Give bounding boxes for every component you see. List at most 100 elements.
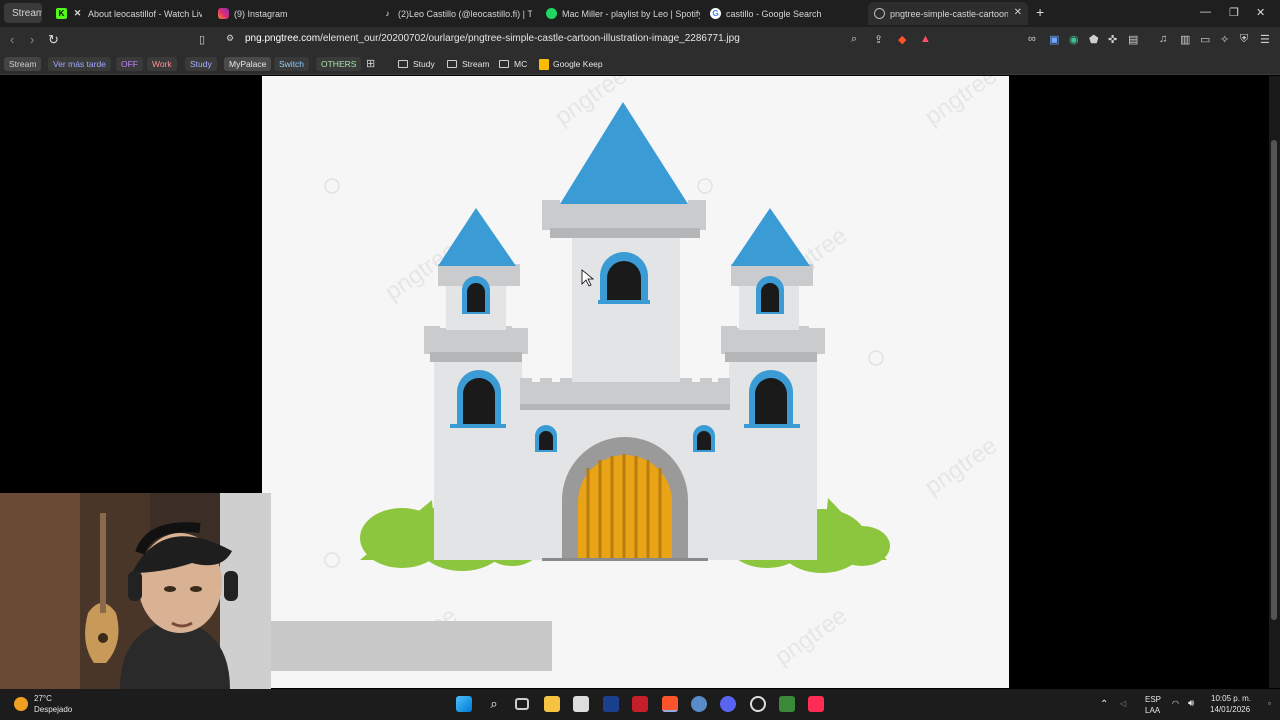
- start-icon[interactable]: [456, 696, 472, 712]
- door-planks: [586, 454, 662, 560]
- app-icon-3[interactable]: [750, 696, 766, 712]
- tab-pngtree[interactable]: pngtree-simple-castle-cartoon-i ✕: [868, 2, 1028, 25]
- bookmarks-bar: Stream Ver más tarde OFF Work Study MyPa…: [0, 53, 1280, 75]
- minimize-icon[interactable]: —: [1200, 6, 1211, 18]
- bookmark-study[interactable]: Study: [185, 57, 217, 71]
- tab-google[interactable]: G castillo - Google Search: [704, 2, 864, 25]
- bookmark-icon[interactable]: ▯: [199, 33, 205, 46]
- watermark-text: pngtree: [770, 602, 852, 671]
- scrollbar-thumb[interactable]: [1271, 140, 1277, 620]
- tab-label: castillo - Google Search: [726, 8, 822, 19]
- bookmark-work[interactable]: Work: [147, 57, 177, 71]
- tab-instagram[interactable]: (9) Instagram: [212, 2, 372, 25]
- brave-icon[interactable]: [662, 696, 678, 712]
- close-tab-icon[interactable]: ✕: [1014, 7, 1022, 18]
- app-icon-2[interactable]: [632, 696, 648, 712]
- wallet-icon[interactable]: ▭: [1200, 33, 1210, 46]
- sidebar-icon[interactable]: ▥: [1180, 33, 1190, 46]
- watermark-text: pngtree: [920, 76, 1002, 131]
- bookmark-switch[interactable]: Switch: [274, 57, 310, 71]
- media-icon[interactable]: ♫: [1159, 33, 1167, 45]
- restore-icon[interactable]: ❐: [1229, 6, 1239, 19]
- brave-rewards-icon[interactable]: ▲: [920, 33, 931, 45]
- folder-label: MC: [514, 59, 528, 69]
- folder-stream[interactable]: Stream: [447, 57, 489, 71]
- url-host: png.pngtree.com: [245, 33, 321, 44]
- microsoft-store-icon[interactable]: [573, 696, 589, 712]
- bookmark-others[interactable]: OTHERS: [316, 57, 362, 71]
- url-path: /element_our/20200702/ourlarge/pngtree-s…: [320, 33, 740, 44]
- forward-icon[interactable]: ›: [30, 32, 34, 47]
- wifi-icon[interactable]: ◠: [1172, 699, 1179, 708]
- clock-time[interactable]: 10:05 p. m.: [1211, 694, 1251, 703]
- file-explorer-icon[interactable]: [544, 696, 560, 712]
- network-status-icon[interactable]: ◁: [1120, 699, 1126, 708]
- back-icon[interactable]: ‹: [10, 32, 14, 47]
- weather-icon: [14, 697, 28, 711]
- tab-tiktok[interactable]: ♪ (2)Leo Castillo (@leocastillo.fi) | Ti…: [376, 2, 533, 25]
- site-info-icon[interactable]: ⚙: [226, 33, 234, 44]
- extension-5-icon[interactable]: ▤: [1128, 33, 1138, 46]
- tab-kick[interactable]: K ✕ About leocastillof - Watch Live o: [50, 2, 202, 25]
- reload-icon[interactable]: ↻: [48, 32, 59, 48]
- app-icon-4[interactable]: [779, 696, 795, 712]
- task-view-icon[interactable]: [515, 698, 529, 710]
- bookmark-off[interactable]: OFF: [116, 57, 143, 71]
- new-tab-icon[interactable]: +: [1036, 4, 1044, 20]
- share-icon[interactable]: ⇪: [874, 33, 883, 46]
- language-bottom[interactable]: LAA: [1145, 706, 1160, 715]
- webcam-overlay: [0, 493, 271, 689]
- zoom-icon[interactable]: ⌕: [851, 33, 857, 46]
- folder-icon: [447, 60, 457, 68]
- tab-spotify[interactable]: Mac Miller - playlist by Leo | Spotify: [540, 2, 700, 25]
- notifications-icon[interactable]: ▫: [1268, 699, 1271, 708]
- app-icon-1[interactable]: [603, 696, 619, 712]
- volume-icon[interactable]: 🔊︎: [1188, 698, 1194, 709]
- tray-chevron-icon[interactable]: ⌃: [1100, 699, 1108, 710]
- castle-image: pngtree pngtree pngtree pngtree pngtree …: [262, 76, 1009, 688]
- spotify-icon: [546, 8, 557, 19]
- castle-illustration: pngtree pngtree pngtree pngtree pngtree …: [324, 76, 1002, 671]
- extensions-icon[interactable]: ✜: [1108, 33, 1117, 46]
- language-top[interactable]: ESP: [1145, 695, 1161, 704]
- windows-taskbar: 27°C Despejado ⌕ ⌃ ◁ ESP LAA ◠ 🔊︎ 10:05 …: [0, 689, 1280, 720]
- tab-label: Mac Miller - playlist by Leo | Spotify: [562, 8, 700, 19]
- folder-icon: [499, 60, 509, 68]
- bookmark-mypalace[interactable]: MyPalace: [224, 57, 272, 71]
- vpn-icon[interactable]: ⛨: [1240, 33, 1248, 46]
- extension-1-icon[interactable]: ∞: [1028, 33, 1036, 45]
- bookmark-ver-mas-tarde[interactable]: Ver más tarde: [48, 57, 111, 71]
- instagram-icon: [218, 8, 229, 19]
- settings-icon[interactable]: [691, 696, 707, 712]
- watermark-text: pngtree: [920, 432, 1002, 501]
- clock-date[interactable]: 14/01/2026: [1210, 705, 1250, 714]
- folder-icon: [398, 60, 408, 68]
- tab-label: (2)Leo Castillo (@leocastillo.fi) | TikT…: [398, 8, 532, 19]
- mute-icon[interactable]: ✕: [72, 8, 83, 19]
- bookmark-google-keep[interactable]: Google Keep: [539, 57, 603, 71]
- folder-label: Study: [413, 59, 435, 69]
- extension-4-icon[interactable]: ⬟: [1089, 33, 1099, 46]
- discord-icon[interactable]: [720, 696, 736, 712]
- weather-widget[interactable]: 27°C Despejado: [14, 693, 84, 717]
- bookmark-stream[interactable]: Stream: [4, 57, 42, 71]
- central-tower: [542, 102, 706, 382]
- folder-study[interactable]: Study: [398, 57, 435, 71]
- extension-3-icon[interactable]: ◉: [1069, 33, 1079, 46]
- tiktok-app-icon[interactable]: [808, 696, 824, 712]
- folder-mc[interactable]: MC: [499, 57, 527, 71]
- placeholder-block: [271, 621, 552, 671]
- toolbar: ‹ › ↻ ▯ ⚙ png.pngtree.com/element_our/20…: [0, 27, 1280, 53]
- extension-2-icon[interactable]: ▣: [1049, 33, 1059, 46]
- address-bar[interactable]: png.pngtree.com/element_our/20200702/our…: [245, 33, 740, 44]
- leo-ai-icon[interactable]: ✧: [1220, 33, 1229, 46]
- folder-label: Stream: [462, 59, 490, 69]
- apps-grid-icon[interactable]: ⊞: [366, 57, 375, 70]
- close-window-icon[interactable]: ✕: [1256, 6, 1265, 19]
- globe-icon: [874, 8, 885, 19]
- brave-shields-icon[interactable]: ◆: [898, 33, 906, 46]
- menu-icon[interactable]: ☰: [1260, 33, 1270, 46]
- tab-label: About leocastillof - Watch Live o: [88, 8, 202, 19]
- tab-stream-group[interactable]: Stream: [4, 3, 42, 23]
- search-icon[interactable]: ⌕: [486, 696, 502, 712]
